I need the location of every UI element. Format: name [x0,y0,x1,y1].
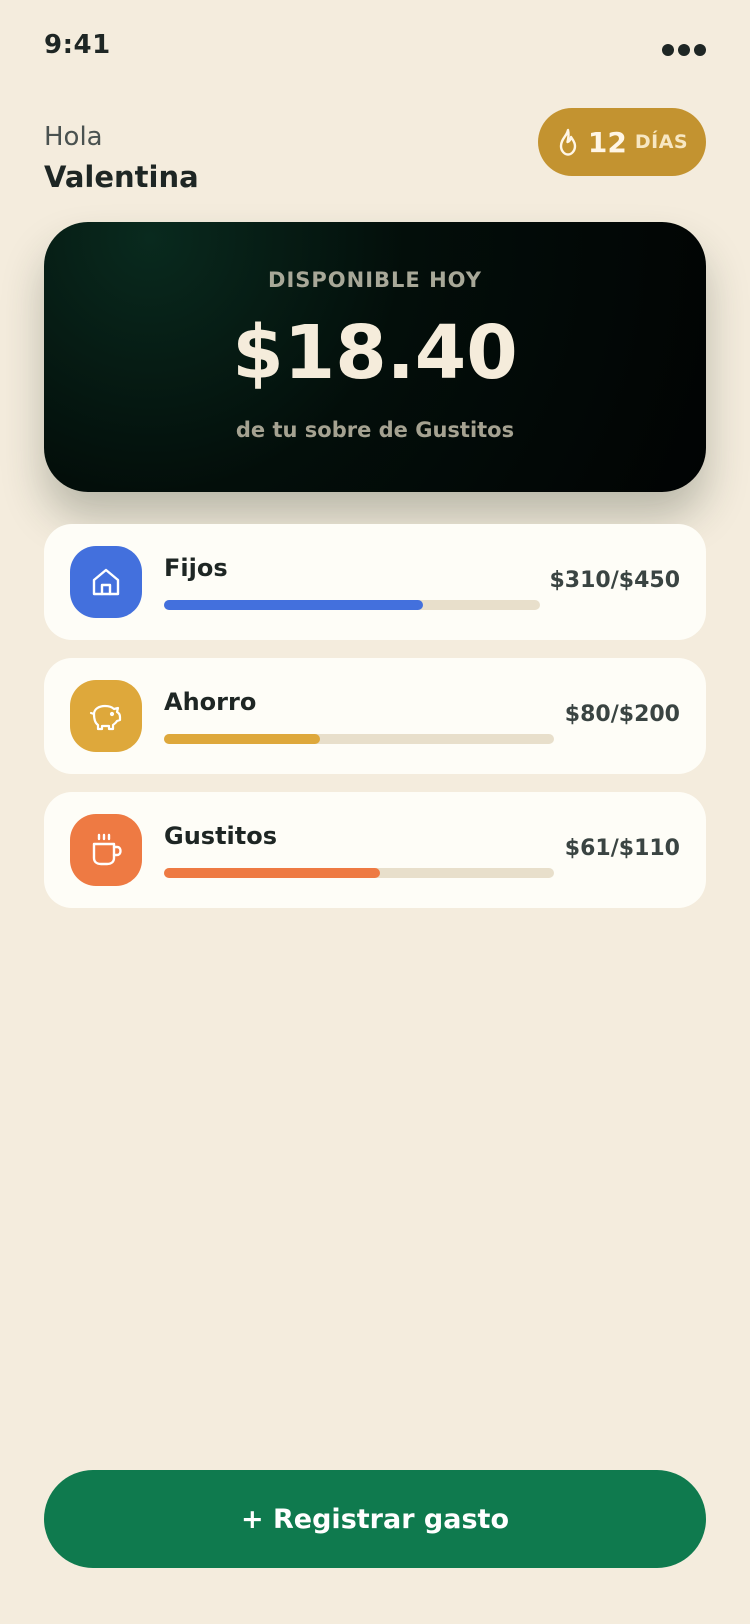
streak-count: 12 [587,125,627,159]
balance-label: DISPONIBLE HOY [268,268,482,292]
envelope-name: Fijos [164,554,228,582]
dot [678,44,690,56]
envelope-name: Ahorro [164,688,257,716]
streak-badge[interactable]: 12 DÍAS [538,108,706,176]
streak-unit: DÍAS [634,131,689,153]
envelope-amount: $310/$450 [549,568,681,593]
dot [694,44,706,56]
user-name: Valentina [44,160,199,194]
progress-track [164,868,554,878]
envelope-card-ahorro[interactable]: Ahorro $80/$200 [44,658,706,774]
register-expense-button[interactable]: + Registrar gasto [44,1470,706,1568]
piggy-bank-icon [70,680,142,752]
envelope-card-fijos[interactable]: Fijos $310/$450 [44,524,706,640]
more-dots-icon[interactable] [662,38,706,62]
balance-subtitle: de tu sobre de Gustitos [235,418,515,442]
envelope-amount: $61/$110 [564,836,680,861]
flame-icon [556,127,580,157]
progress-track [164,734,554,744]
dot [662,44,674,56]
balance-amount: $18.40 [232,310,518,396]
progress-track [164,600,540,610]
status-time: 9:41 [44,30,111,60]
house-icon [70,546,142,618]
progress-fill [164,734,320,744]
available-balance-card: DISPONIBLE HOY $18.40 de tu sobre de Gus… [44,222,706,492]
envelope-amount: $80/$200 [564,702,680,727]
greeting-text: Hola [44,122,103,152]
envelope-list: Fijos $310/$450 Ahorro $80/$200 Gustitos… [44,524,706,926]
envelope-name: Gustitos [164,822,278,850]
coffee-cup-icon [70,814,142,886]
progress-fill [164,600,424,610]
progress-fill [164,868,381,878]
envelope-card-gustitos[interactable]: Gustitos $61/$110 [44,792,706,908]
